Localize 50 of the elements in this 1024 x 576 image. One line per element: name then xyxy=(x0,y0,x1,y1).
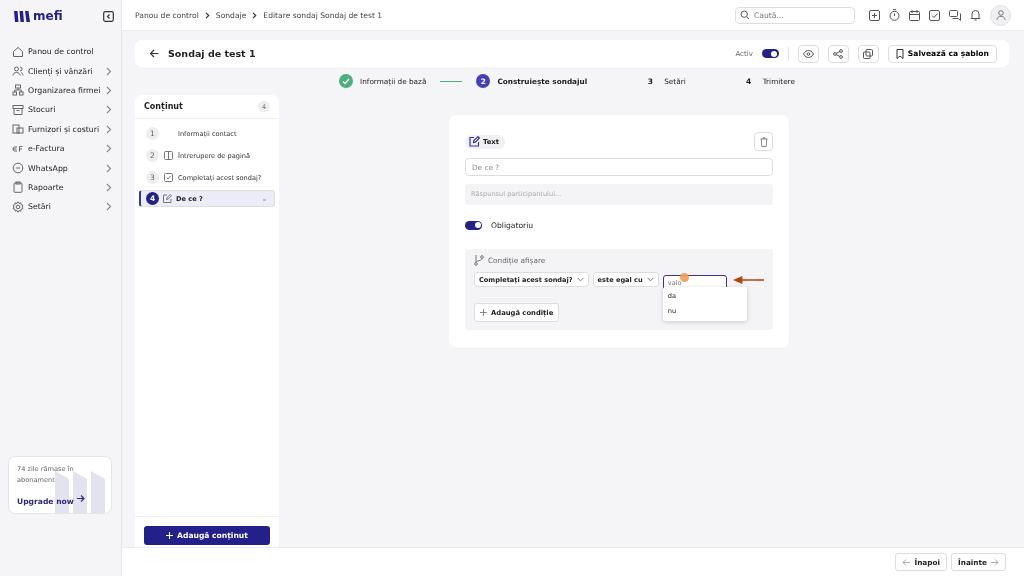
arrow-right-icon xyxy=(991,558,999,566)
collapse-sidebar-icon[interactable] xyxy=(103,10,114,22)
nav-icon xyxy=(12,45,24,58)
chevron-down-icon xyxy=(646,277,654,283)
nav-icon xyxy=(12,65,24,78)
arrow-left-icon xyxy=(902,558,911,566)
edit-icon xyxy=(163,194,172,203)
columns-icon xyxy=(164,151,173,160)
chevron-right-icon xyxy=(252,11,258,19)
nav-icon xyxy=(12,103,24,116)
share-icon xyxy=(833,48,844,59)
nav-icon xyxy=(12,200,24,213)
chevron-down-icon xyxy=(576,277,584,283)
bookmark-icon xyxy=(895,48,904,59)
nav-icon xyxy=(12,84,24,97)
logo-icon xyxy=(14,10,30,22)
timer-icon[interactable] xyxy=(889,9,900,21)
checkbox-icon xyxy=(164,173,173,182)
chevron-right-icon xyxy=(204,11,210,19)
copy-icon xyxy=(863,48,874,59)
required-toggle[interactable] xyxy=(465,220,482,230)
eye-icon xyxy=(802,49,814,58)
calendar-icon[interactable] xyxy=(909,9,920,21)
preview-button[interactable] xyxy=(797,44,819,63)
duplicate-button[interactable] xyxy=(857,44,879,63)
checkbox-icon[interactable] xyxy=(929,9,940,21)
share-button[interactable] xyxy=(827,44,849,63)
active-toggle[interactable] xyxy=(761,49,779,58)
branch-icon xyxy=(474,254,484,266)
avatar[interactable] xyxy=(990,4,1011,26)
delete-button[interactable] xyxy=(754,132,773,151)
arrow-right-icon xyxy=(77,495,85,502)
edit-icon xyxy=(469,136,480,147)
drag-handle-icon[interactable] xyxy=(263,199,266,201)
plus-icon xyxy=(166,532,174,539)
back-arrow-icon[interactable] xyxy=(149,49,159,58)
nav-icon xyxy=(12,162,24,175)
survey-title: Sondaj de test 1 xyxy=(168,48,256,59)
plus-icon xyxy=(480,309,487,316)
search-icon xyxy=(740,10,750,20)
trash-icon xyxy=(759,136,768,147)
nav-icon xyxy=(12,181,24,194)
panel-title: Conținut xyxy=(144,102,183,111)
logo-text: mefi xyxy=(33,9,63,23)
user-icon xyxy=(995,10,1006,20)
add-icon[interactable] xyxy=(869,9,880,21)
nav-icon xyxy=(12,123,24,136)
bell-icon[interactable] xyxy=(970,9,981,21)
chat-icon[interactable] xyxy=(949,9,961,21)
click-marker-icon xyxy=(679,272,689,282)
